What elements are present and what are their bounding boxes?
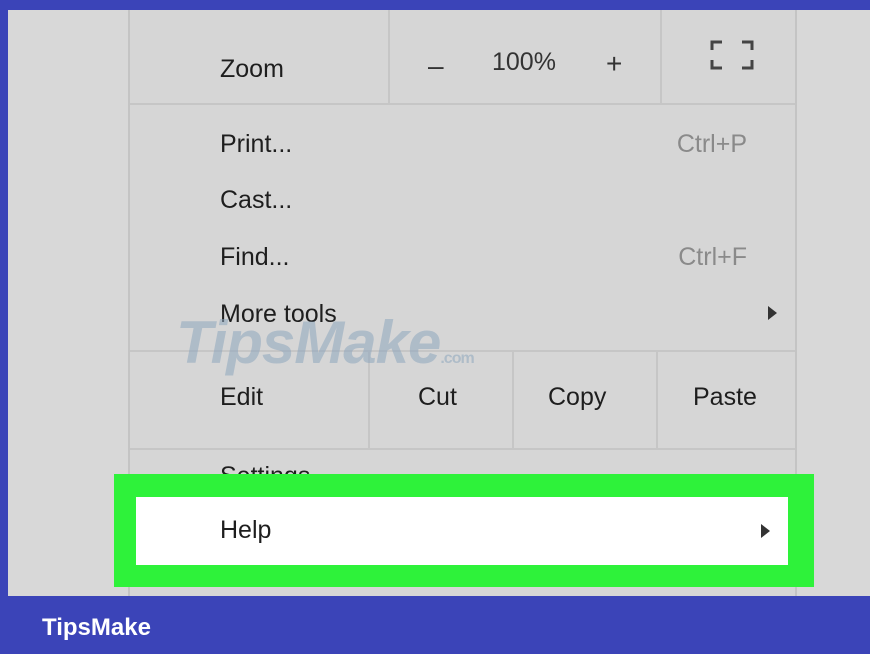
menu-item-find[interactable]: Find... [220,243,289,272]
divider [660,10,662,103]
submenu-arrow-icon [768,306,777,320]
zoom-label: Zoom [220,55,284,83]
zoom-level: 100% [492,48,556,76]
divider [368,352,370,448]
zoom-out-button[interactable]: – [428,50,444,82]
find-shortcut: Ctrl+F [678,243,747,271]
divider [130,103,795,105]
divider [130,448,795,450]
divider [388,10,390,103]
menu-item-more-tools[interactable]: More tools [220,300,337,329]
copy-button[interactable]: Copy [548,383,606,412]
menu-item-cast[interactable]: Cast... [220,186,292,215]
fullscreen-icon[interactable] [710,40,754,70]
divider [130,350,795,352]
divider [512,352,514,448]
submenu-arrow-icon [761,524,770,538]
paste-button[interactable]: Paste [693,383,757,412]
cut-button[interactable]: Cut [418,383,457,412]
zoom-in-button[interactable]: + [606,48,622,80]
brand-logo: TipsMake [42,614,151,641]
menu-item-help[interactable]: Help [136,497,788,565]
divider [656,352,658,448]
zoom-row: Zoom – 100% + [130,10,795,103]
edit-label: Edit [220,383,264,411]
help-label: Help [220,516,272,544]
print-shortcut: Ctrl+P [676,130,747,158]
menu-item-print[interactable]: Print... [220,130,292,159]
